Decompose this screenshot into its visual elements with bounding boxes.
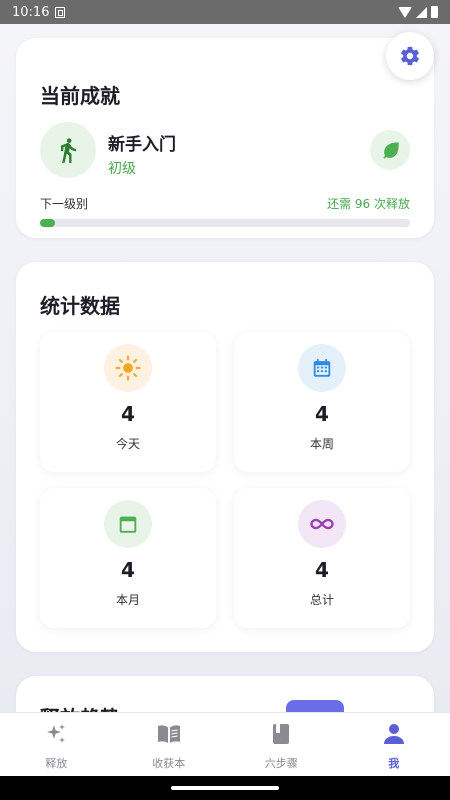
stat-tile-today: 4 今天	[40, 332, 216, 472]
scroll-content[interactable]: 当前成就 新手入门 初级 下一级别 还需 96 次释放 统计数据 4 今天 4 …	[0, 24, 450, 712]
achievement-card: 当前成就 新手入门 初级 下一级别 还需 96 次释放	[16, 38, 434, 238]
nav-item-release[interactable]: 释放	[0, 713, 113, 776]
home-indicator[interactable]	[171, 786, 279, 790]
stat-value-today: 4	[121, 402, 135, 426]
statistics-title: 统计数据	[40, 294, 120, 318]
system-gesture-bar	[0, 776, 450, 800]
walker-icon	[40, 122, 96, 178]
book-open-icon	[156, 721, 182, 747]
stat-value-total: 4	[315, 558, 329, 582]
sparkle-icon	[43, 721, 69, 747]
stat-label-month: 本月	[115, 593, 140, 607]
nav-label-six-steps: 六步骤	[264, 757, 298, 770]
calendar-icon	[104, 500, 152, 548]
next-level-label: 下一级别	[40, 197, 89, 211]
sun-icon	[104, 344, 152, 392]
leaf-icon	[370, 130, 410, 170]
level-tier: 初级	[108, 161, 136, 177]
sim-card-icon	[55, 6, 66, 18]
status-time: 10:16	[12, 4, 50, 20]
level-name: 新手入门	[108, 135, 176, 155]
nav-label-harvest: 收获本	[152, 757, 186, 770]
statistics-card: 统计数据 4 今天 4 本周 4 本月 4 总计	[16, 262, 434, 652]
nav-item-six-steps[interactable]: 六步骤	[225, 713, 338, 776]
status-bar: 10:16	[0, 0, 450, 24]
calendar-week-icon	[298, 344, 346, 392]
nav-item-harvest[interactable]: 收获本	[113, 713, 226, 776]
settings-button[interactable]	[386, 32, 434, 80]
achievement-title: 当前成就	[40, 84, 120, 108]
stat-value-week: 4	[315, 402, 329, 426]
bottom-nav: 释放 收获本 六步骤 我	[0, 712, 450, 776]
stat-label-total: 总计	[309, 593, 334, 607]
gear-icon	[401, 46, 419, 66]
stat-tile-month: 4 本月	[40, 488, 216, 628]
level-progress-bar	[40, 219, 410, 227]
stat-tile-total: 4 总计	[234, 488, 410, 628]
stat-tile-week: 4 本周	[234, 332, 410, 472]
trend-title: 释放趋势	[40, 702, 120, 712]
person-icon	[381, 721, 407, 747]
nav-label-me: 我	[388, 757, 400, 770]
stat-label-week: 本周	[309, 437, 334, 451]
wifi-icon	[398, 6, 412, 18]
trend-action-button[interactable]	[286, 700, 344, 712]
remaining-count: 还需 96 次释放	[327, 197, 410, 211]
level-progress-fill	[40, 219, 55, 227]
trend-card: 释放趋势	[16, 676, 434, 712]
stat-value-month: 4	[121, 558, 135, 582]
battery-icon	[431, 6, 438, 18]
signal-icon	[416, 6, 427, 18]
book-icon	[268, 721, 294, 747]
nav-label-release: 释放	[45, 757, 68, 770]
stat-label-today: 今天	[115, 437, 140, 451]
infinity-icon	[298, 500, 346, 548]
nav-item-me[interactable]: 我	[338, 713, 450, 776]
